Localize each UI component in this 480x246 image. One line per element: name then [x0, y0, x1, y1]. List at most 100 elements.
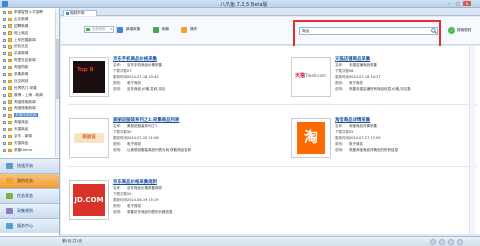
rule-field: 下载次数:38 [335, 69, 353, 74]
rule-card[interactable]: 天猫Tmall.com 天猫店铺商品采集 名称: 天猫店铺商品采集 下载次数:38… [291, 57, 480, 109]
checkbox[interactable] [3, 66, 6, 70]
tree-item[interactable]: 阿里社区新闻 [0, 57, 59, 64]
action-button[interactable]: 操作 [181, 26, 197, 33]
tree-item[interactable]: 买家新闻 [0, 50, 59, 57]
refresh-button[interactable]: 刷新 [153, 26, 169, 33]
nav-item[interactable]: 快速开始 [0, 158, 59, 173]
checkbox[interactable] [3, 93, 6, 97]
toolbar: 全部规则 ▾ 新增采集 刷新 操作 商品 › 搜索规则 [61, 17, 480, 48]
tree-item-label: 世界热门-采集 [14, 85, 37, 90]
rule-title-link[interactable]: 天猫店铺商品采集 [335, 56, 370, 62]
new-task-button[interactable]: 新增采集 [117, 26, 140, 33]
rule-card[interactable]: 美丽说 美丽说服装系列之1:采集商品列表 名称: 美丽说服装系列之1 下载次数:3… [69, 118, 269, 170]
tree-item[interactable]: 申报智慧人才招聘 [0, 9, 59, 16]
checkbox[interactable] [3, 31, 6, 35]
checkbox[interactable] [3, 79, 6, 83]
checkbox[interactable] [3, 17, 6, 21]
checkbox[interactable] [3, 128, 6, 132]
tree-item[interactable]: 淘宝搜索新闻 [0, 105, 59, 112]
checkbox[interactable] [3, 38, 6, 42]
checkbox[interactable] [3, 86, 6, 90]
tree-item[interactable]: 招聘新闻 [0, 23, 59, 30]
checkbox[interactable] [3, 73, 6, 77]
tree-item[interactable]: 网上商店 [0, 30, 59, 37]
tree-item[interactable]: 世界热门-采集 [0, 85, 59, 92]
maximize-button[interactable]: □ [454, 1, 462, 6]
rule-thumbnail[interactable]: JD.COM [69, 180, 109, 220]
refresh-label: 刷新 [162, 27, 170, 31]
tree-item-label: 企业新闻 [14, 16, 29, 21]
rule-title-link[interactable]: 京东商品价格采集规则 [113, 179, 157, 185]
rule-card[interactable]: JD.COM 京东商品价格采集规则 名称: 京东商品价格采集规则 下载次数:20 … [69, 180, 269, 232]
rule-field: 更新时间:2014-07-16 10:42 [113, 75, 159, 80]
checkbox[interactable] [3, 114, 6, 118]
rule-thumbnail[interactable]: 天猫Tmall.com [291, 57, 331, 97]
tree-item[interactable]: 淘宝搜索新闻 [0, 99, 59, 106]
rule-list: Top 8 京东手机商品价格采集 名称: 京东手机商品价格采集 下载次数:27 更… [61, 46, 480, 234]
nav-item[interactable]: 采集规则 [0, 203, 59, 218]
nav-item[interactable]: 我的任务 [0, 173, 59, 188]
checkbox[interactable] [3, 135, 6, 139]
tree-item[interactable]: 天猫商品 [0, 126, 59, 133]
tree-item[interactable]: 京东 - 新闻 [0, 133, 59, 140]
field-value: 2014-07-16 10:42 [127, 75, 159, 79]
rule-card[interactable]: 淘 淘宝商品详情采集 名称: 淘宝商品详情采集 下载次数:25 更新时间:2014… [291, 118, 480, 170]
checkbox[interactable] [3, 121, 6, 125]
rule-field: 名称: 天猫店铺商品采集 [335, 63, 377, 68]
checkbox[interactable] [3, 24, 6, 28]
prev-page-button[interactable] [439, 239, 445, 245]
rule-thumbnail[interactable]: Top 8 [69, 57, 109, 97]
checkbox[interactable] [3, 107, 6, 111]
checkbox[interactable] [3, 52, 6, 56]
field-key: 下载次数: [335, 69, 351, 73]
checkbox[interactable] [3, 100, 6, 104]
tree-item[interactable]: 优化社区 [0, 43, 59, 50]
field-value: 京东商品,价格,名称,评论 [127, 87, 166, 91]
checkbox[interactable] [3, 11, 6, 14]
tree-scrollbar[interactable] [55, 9, 59, 157]
rule-filter-select[interactable]: 全部规则 ▾ [84, 26, 114, 33]
tree-item[interactable]: 天猫商品 [0, 140, 59, 147]
rule-title-link[interactable]: 京东手机商品价格采集 [113, 56, 157, 62]
checkbox[interactable] [3, 59, 6, 63]
search-rules-button[interactable]: › 搜索规则 [448, 26, 471, 34]
field-key: 更新时间: [335, 136, 351, 140]
rule-card[interactable]: Top 8 京东手机商品价格采集 名称: 京东手机商品价格采集 下载次数:27 更… [69, 57, 269, 109]
first-page-button[interactable] [430, 239, 436, 245]
next-page-button[interactable] [448, 239, 454, 245]
minimize-button[interactable]: – [445, 1, 453, 6]
tree-item[interactable]: 上车挖掘新闻 [0, 37, 59, 44]
close-window-button[interactable]: × [463, 1, 471, 6]
content-scrollbar[interactable] [469, 46, 475, 234]
field-key: 说明: [113, 148, 122, 152]
field-value: 以美丽说服装商品列表为例,获取商品名称 [127, 148, 192, 152]
tree-scroll-thumb[interactable] [56, 39, 59, 99]
search-icon[interactable] [431, 27, 437, 34]
action-label: 操作 [190, 27, 198, 31]
rule-field: 类别: 电子商务 [335, 142, 363, 147]
rule-title-link[interactable]: 淘宝商品详情采集 [335, 117, 370, 123]
tree-item[interactable]: 社交网站 [0, 78, 59, 85]
search-input[interactable]: 商品 [299, 27, 438, 35]
last-page-button[interactable] [457, 239, 463, 245]
tree-item[interactable]: 淘宝商品 [0, 119, 59, 126]
nav-item[interactable]: 任务状态 [0, 188, 59, 203]
tab-rule-market[interactable]: 规则市场 [63, 10, 97, 16]
refresh-icon [153, 26, 159, 33]
tree-item[interactable]: 微博 - 上海 - 新闻 [0, 92, 59, 99]
tree-item[interactable]: 淘宝同款 [0, 64, 59, 71]
tree-item[interactable]: 采集新闻 [0, 71, 59, 78]
rule-thumbnail[interactable]: 淘 [291, 118, 331, 158]
folder-icon [7, 86, 12, 90]
checkbox[interactable] [3, 45, 6, 49]
tree-item[interactable]: 淘宝搜索新闻 [0, 112, 59, 119]
checkbox[interactable] [3, 148, 6, 152]
tree-item[interactable]: 采集Demo [0, 147, 59, 154]
thumbnail-subtext: Tmall.com [305, 73, 326, 78]
checkbox[interactable] [3, 141, 6, 145]
folder-icon [86, 28, 90, 31]
rule-title-link[interactable]: 美丽说服装系列之1:采集商品列表 [113, 117, 179, 123]
tree-item[interactable]: 企业新闻 [0, 16, 59, 23]
nav-item[interactable]: 服务中心 [0, 218, 59, 233]
rule-thumbnail[interactable]: 美丽说 [69, 118, 109, 158]
